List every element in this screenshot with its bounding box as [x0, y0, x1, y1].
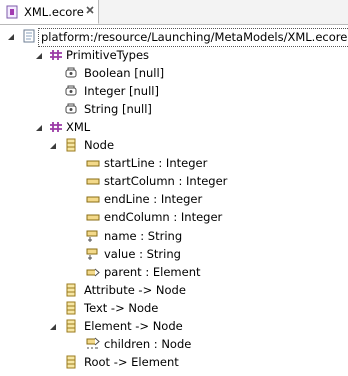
eattribute-icon [86, 196, 100, 203]
expanded-twistie-icon[interactable] [48, 141, 58, 151]
containment-reference-icon [86, 337, 100, 349]
resource-uri: platform:/resource/Launching/MetaModels/… [38, 28, 348, 47]
reference-label: children : Node [104, 337, 192, 351]
id-attribute-icon [86, 248, 98, 260]
class-label: Element -> Node [84, 319, 183, 333]
datatype-label: Integer [null] [84, 84, 159, 98]
close-icon[interactable] [84, 4, 96, 16]
eclass-icon [66, 355, 76, 369]
eattribute-icon [86, 178, 100, 185]
package-name: XML [66, 120, 91, 134]
ecore-tree: platform:/resource/Launching/MetaModels/… [0, 25, 348, 376]
eclass-icon [66, 283, 76, 297]
datatype-label: String [null] [84, 102, 152, 116]
class-label: Text -> Node [84, 301, 159, 315]
attribute-label: startLine : Integer [104, 156, 208, 170]
epackage-icon [50, 50, 62, 60]
reference-label: parent : Element [104, 265, 201, 279]
edatatype-icon [65, 103, 77, 114]
attribute-label: name : String [104, 229, 183, 243]
eattribute-icon [86, 214, 100, 221]
attribute-label: endLine : Integer [104, 192, 203, 206]
editor-tab-xml-ecore[interactable]: XML.ecore [0, 0, 99, 24]
attribute-label: startColumn : Integer [104, 174, 228, 188]
class-label: Node [84, 138, 115, 152]
attribute-label: endColumn : Integer [104, 210, 223, 224]
package-name: PrimitiveTypes [66, 48, 150, 62]
ereference-icon [86, 268, 100, 277]
id-attribute-icon [86, 230, 98, 242]
editor-tab-bar: XML.ecore [0, 0, 348, 25]
expanded-twistie-icon[interactable] [6, 32, 16, 42]
edatatype-icon [65, 85, 77, 96]
eclass-icon [66, 138, 76, 152]
class-label: Attribute -> Node [84, 283, 186, 297]
eclass-icon [66, 301, 76, 315]
epackage-icon [50, 122, 62, 132]
eattribute-icon [86, 160, 100, 167]
expanded-twistie-icon[interactable] [48, 322, 58, 332]
datatype-label: Boolean [null] [84, 66, 165, 80]
expanded-twistie-icon[interactable] [34, 51, 44, 61]
tab-title: XML.ecore [24, 5, 84, 19]
class-label: Root -> Element [84, 355, 179, 369]
resource-file-icon [23, 29, 35, 43]
expanded-twistie-icon[interactable] [34, 123, 44, 133]
ecore-file-icon [6, 5, 18, 19]
edatatype-icon [65, 67, 77, 78]
attribute-label: value : String [104, 247, 181, 261]
eclass-icon [66, 319, 76, 333]
